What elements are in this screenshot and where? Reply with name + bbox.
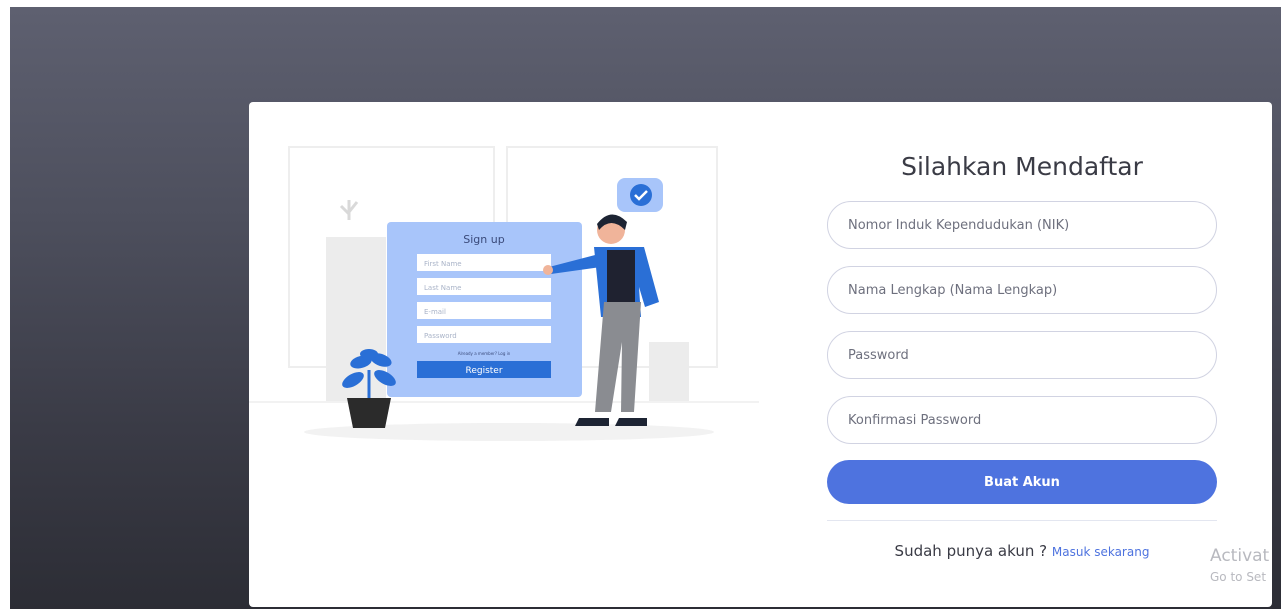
illus-field-label: Password [424,332,457,340]
form-title: Silahkan Mendaftar [901,152,1143,181]
person-pants [595,302,641,412]
illus-register-label: Register [465,366,502,376]
plant-pot [347,398,391,428]
create-account-button[interactable]: Buat Akun [827,460,1217,504]
login-link[interactable]: Masuk sekarang [1052,545,1150,559]
illus-field-label: E-mail [424,308,446,316]
check-circle-icon [630,184,652,206]
person-shoe-right [615,418,647,426]
sofa-arm [649,342,689,402]
nik-input[interactable] [827,201,1217,249]
illus-login-hint: Already a member? Log in [458,351,511,356]
person-hand [543,265,553,275]
login-question: Sudah punya akun ? [894,542,1052,560]
illus-field-label: Last Name [424,284,461,292]
illus-card-title: Sign up [463,233,504,246]
form-divider [827,520,1217,521]
person-shirt [607,250,635,305]
signup-illustration: Sign up First Name Last Name E-mail Pass… [249,146,759,441]
confirm-password-input[interactable] [827,396,1217,444]
watermark-line-2: Go to Set [1210,570,1267,584]
sprout-icon [339,200,359,220]
person-shoe-left [575,418,609,426]
full-name-input[interactable] [827,266,1217,314]
watermark-line-1: Activat [1210,546,1270,566]
register-card: Sign up First Name Last Name E-mail Pass… [249,102,1272,607]
plant-leaf [360,349,378,359]
login-prompt: Sudah punya akun ? Masuk sekarang [827,542,1217,560]
illus-field-label: First Name [424,260,462,268]
activation-watermark: Activat Go to Set [1210,546,1269,584]
password-input[interactable] [827,331,1217,379]
